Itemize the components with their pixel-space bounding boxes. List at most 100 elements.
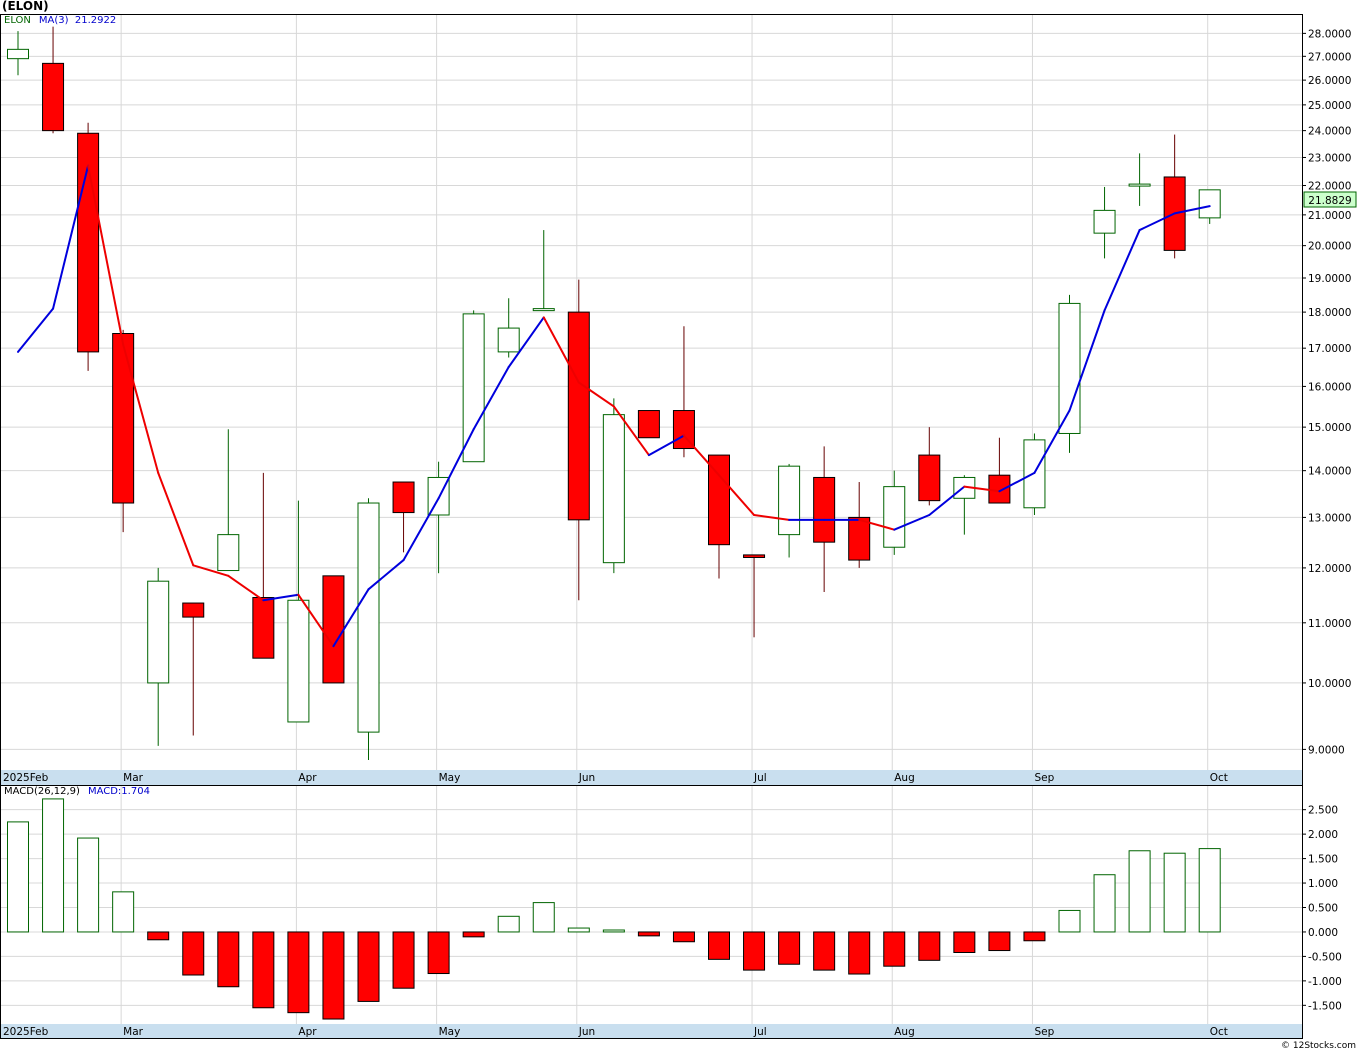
svg-text:21.8829: 21.8829 xyxy=(1308,195,1351,207)
price-axis-label: 16.0000 xyxy=(1308,381,1351,393)
candle-body xyxy=(532,308,555,312)
chart-title: (ELON) xyxy=(2,0,49,13)
candle-body xyxy=(252,597,275,659)
price-axis-label: 13.0000 xyxy=(1308,512,1351,524)
macd-bar xyxy=(813,931,836,971)
time-axis-label: Jul xyxy=(753,772,767,784)
candle-body xyxy=(357,502,380,733)
macd-bar xyxy=(462,931,485,938)
macd-bar xyxy=(953,931,976,954)
price-axis-label: 11.0000 xyxy=(1308,618,1351,630)
macd-bar xyxy=(217,931,240,988)
candle-body xyxy=(602,414,625,564)
candle-body xyxy=(637,410,660,439)
candle-body xyxy=(7,48,29,60)
price-time-axis-band xyxy=(1,770,1302,786)
macd-bar xyxy=(1023,931,1046,942)
candle-body xyxy=(988,474,1011,504)
macd-bar xyxy=(497,915,520,933)
macd-bar xyxy=(252,931,275,1009)
macd-bar xyxy=(392,931,415,989)
macd-bar xyxy=(1128,850,1151,933)
candle-body xyxy=(462,313,485,463)
time-axis-label: Apr xyxy=(298,772,317,784)
candle-body xyxy=(848,516,871,561)
time-axis-label: Jul xyxy=(753,1026,767,1038)
macd-bar xyxy=(1058,909,1081,933)
macd-bar xyxy=(672,931,695,943)
candle-body xyxy=(918,454,941,502)
candle-body xyxy=(1058,302,1081,434)
candle-body xyxy=(1198,189,1221,219)
legend-symbol: ELON xyxy=(4,15,31,26)
macd-bar xyxy=(357,931,380,1002)
time-axis-label: Oct xyxy=(1210,1026,1228,1038)
time-axis-label: Sep xyxy=(1034,772,1054,784)
price-axis-label: 27.0000 xyxy=(1308,51,1351,63)
macd-bar xyxy=(778,931,801,965)
candle-body xyxy=(322,575,345,684)
macd-legend: MACD(26,12,9) MACD:1.704 xyxy=(4,786,150,797)
price-axis-label: 22.0000 xyxy=(1308,181,1351,193)
price-panel: 2025Feb Mar Apr May Jun Jul Aug Sep Oct 9.0000 10… xyxy=(0,14,1351,787)
candle-body xyxy=(883,486,906,548)
candle-body xyxy=(1128,183,1151,187)
time-axis-label: May xyxy=(439,1026,461,1038)
macd-bar xyxy=(567,927,590,933)
candle-body xyxy=(778,465,801,536)
price-axis-label: 28.0000 xyxy=(1308,28,1351,40)
macd-axis-label: 1.500 xyxy=(1308,854,1338,866)
copyright-notice: © 12Stocks.com xyxy=(1281,1041,1356,1051)
macd-bar xyxy=(988,931,1011,952)
time-axis-label: Jun xyxy=(578,1026,595,1038)
candle-body xyxy=(813,476,836,543)
time-axis-label: Aug xyxy=(894,772,915,784)
candle-body xyxy=(287,599,310,723)
macd-bar xyxy=(883,931,906,967)
price-axis-label: 24.0000 xyxy=(1308,126,1351,138)
macd-bar xyxy=(848,931,871,975)
price-axis-labels: 9.0000 10.0000 11.0000 12.0000 13.0000 14.000… xyxy=(1302,28,1351,756)
macd-axis-label: 2.500 xyxy=(1308,805,1338,817)
macd-bar xyxy=(708,931,730,960)
candle-body xyxy=(743,554,766,558)
legend-macd-label: MACD(26,12,9) xyxy=(4,786,80,797)
time-axis-label: 2025Feb xyxy=(3,772,49,784)
price-axis-label: 26.0000 xyxy=(1308,75,1351,87)
price-axis-label: 23.0000 xyxy=(1308,152,1351,164)
macd-bar xyxy=(42,798,65,933)
macd-bar xyxy=(602,929,625,933)
candle-body xyxy=(392,481,415,514)
macd-axis-label: -0.500 xyxy=(1308,951,1342,963)
legend-ma-label: MA(3) xyxy=(38,15,69,26)
price-axis-label: 19.0000 xyxy=(1308,273,1351,285)
time-axis-label: Sep xyxy=(1034,1026,1054,1038)
macd-bar xyxy=(427,931,450,975)
macd-axis-label: 0.500 xyxy=(1308,903,1338,915)
price-axis-label: 12.0000 xyxy=(1308,563,1351,575)
legend-macd-value: MACD:1.704 xyxy=(87,786,150,797)
price-axis-label: 15.0000 xyxy=(1308,422,1351,434)
macd-axis-label: 2.000 xyxy=(1308,829,1338,841)
last-price-tag: 21.8829 xyxy=(1303,191,1357,208)
macd-bar xyxy=(1163,852,1186,933)
price-axis-label: 20.0000 xyxy=(1308,241,1351,253)
macd-axis-labels: -1.500 -1.000 -0.500 0.000 0.500 1.000 1.500 2.… xyxy=(1302,805,1342,1012)
time-axis-label: Apr xyxy=(298,1026,317,1038)
macd-bar xyxy=(322,931,345,1020)
time-axis-label: Aug xyxy=(894,1026,915,1038)
candle-body xyxy=(708,454,730,546)
price-legend: ELON MA(3) 21.2922 xyxy=(4,15,116,26)
macd-bar xyxy=(1198,848,1221,933)
price-axis-label: 14.0000 xyxy=(1308,466,1351,478)
candle-body xyxy=(182,602,205,618)
price-axis-label: 9.0000 xyxy=(1308,744,1345,756)
macd-axis-label: -1.500 xyxy=(1308,1000,1342,1012)
price-axis-label: 25.0000 xyxy=(1308,100,1351,112)
legend-ma-value: 21.2922 xyxy=(74,15,117,26)
macd-bar xyxy=(77,837,100,933)
macd-bar xyxy=(182,931,205,976)
macd-bar xyxy=(918,931,941,961)
macd-time-axis-band xyxy=(1,1024,1302,1038)
macd-panel: 2025Feb Mar Apr May Jun Jul Aug Sep Oct -1.500-1… xyxy=(0,785,1342,1039)
